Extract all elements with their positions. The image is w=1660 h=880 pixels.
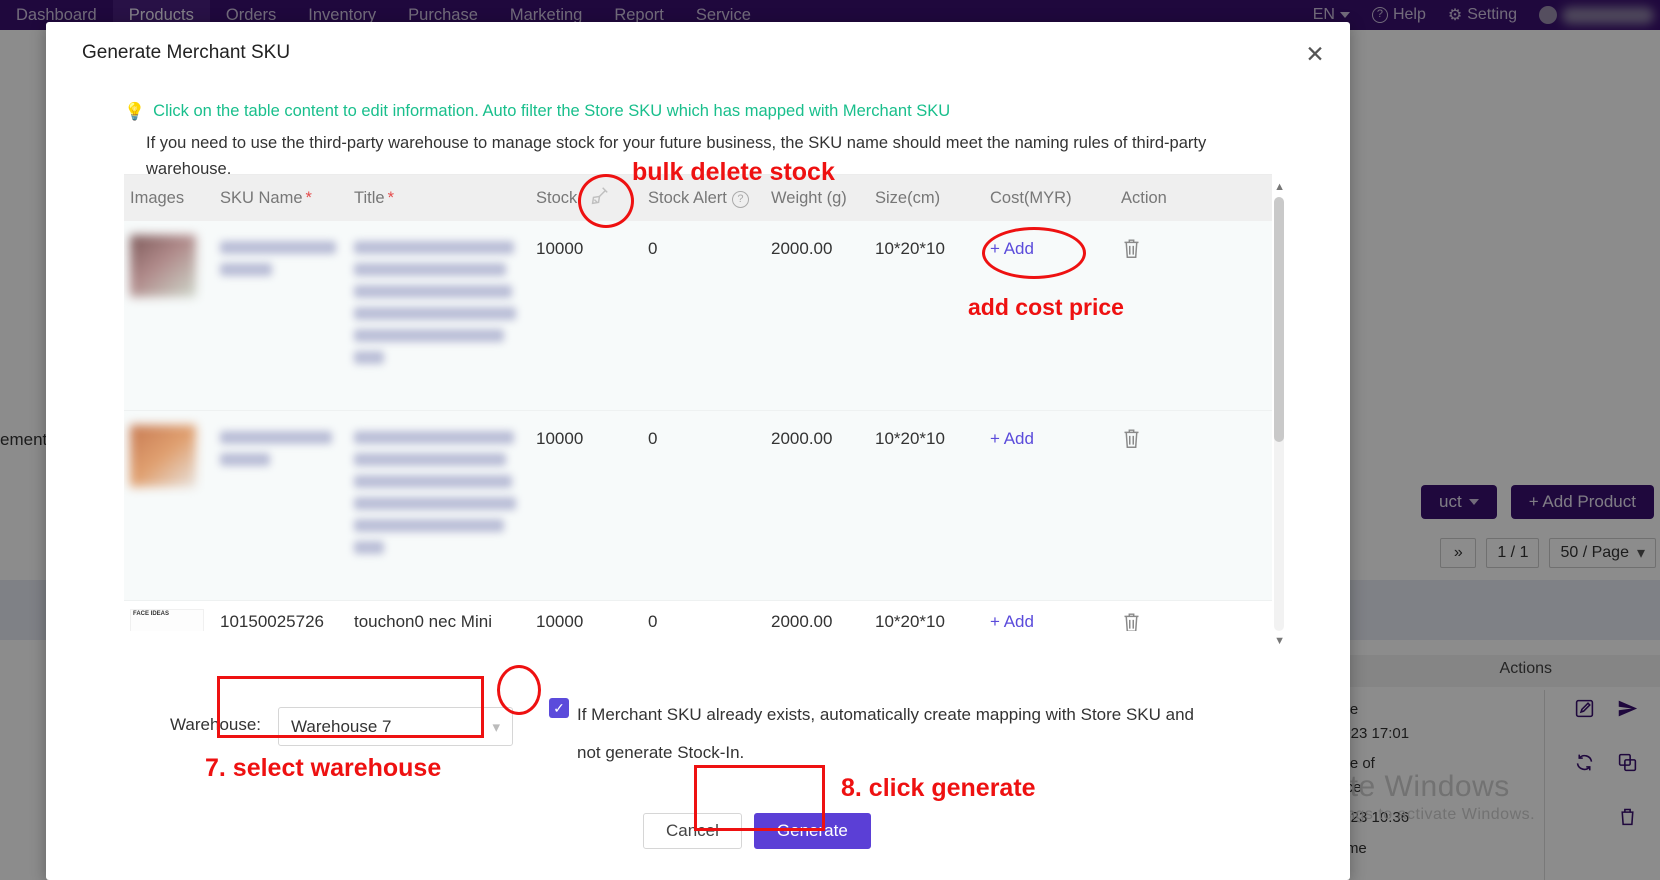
header-title: Title * xyxy=(354,189,536,208)
product-thumbnail: FACE IDEAS xyxy=(130,609,204,631)
required-asterisk: * xyxy=(305,188,312,207)
header-title-label: Title xyxy=(354,188,385,207)
auto-mapping-checkbox[interactable]: ✓ xyxy=(549,698,569,718)
table-row[interactable]: FACE IDEAS 10150025726 touchon0 nec Mini… xyxy=(124,609,1272,631)
close-icon[interactable]: ✕ xyxy=(1302,42,1328,68)
sku-name-blurred xyxy=(220,241,336,254)
tip-green-text: Click on the table content to edit infor… xyxy=(153,102,951,120)
row-stock-cell[interactable]: 10000 xyxy=(536,221,648,410)
row-sku-name-cell[interactable]: 10150025726 xyxy=(220,609,354,631)
scroll-down-arrow-icon[interactable]: ▼ xyxy=(1274,635,1285,647)
row-weight-cell[interactable]: 2000.00 xyxy=(771,609,875,631)
header-stock-alert-label: Stock Alert xyxy=(648,188,727,207)
title-blurred-line xyxy=(354,541,384,554)
header-cost: Cost(MYR) xyxy=(990,188,1072,207)
title-blurred-line xyxy=(354,307,516,320)
table-body: 10000 0 2000.00 10*20*10 + Add 10000 0 2… xyxy=(124,221,1272,631)
row-image-cell xyxy=(124,411,220,600)
annotation-bulk-delete-stock: bulk delete stock xyxy=(632,158,835,186)
annotation-click-generate: 8. click generate xyxy=(841,774,1036,802)
row-title-cell[interactable] xyxy=(354,221,536,410)
row-image-cell xyxy=(124,221,220,410)
title-blurred-line xyxy=(354,285,512,298)
row-weight-cell[interactable]: 2000.00 xyxy=(771,411,875,600)
row-stock-cell[interactable]: 10000 xyxy=(536,609,648,631)
row-add-cost-link[interactable]: + Add xyxy=(990,609,1121,631)
header-stock-alert: Stock Alert? xyxy=(648,189,771,208)
row-delete-icon[interactable] xyxy=(1121,221,1221,410)
auto-mapping-checkbox-label: If Merchant SKU already exists, automati… xyxy=(577,705,1195,762)
sku-name-blurred xyxy=(220,431,332,444)
row-stock-alert-cell[interactable]: 0 xyxy=(648,609,771,631)
sku-name-blurred-2 xyxy=(220,453,270,466)
row-stock-alert-cell[interactable]: 0 xyxy=(648,411,771,600)
thumbnail-label: FACE IDEAS xyxy=(133,611,170,617)
header-action: Action xyxy=(1121,188,1167,207)
header-images: Images xyxy=(130,188,185,207)
annotation-rect-generate xyxy=(694,765,825,831)
header-sku-name: SKU Name * xyxy=(220,189,354,208)
row-add-cost-link[interactable]: + Add xyxy=(990,411,1121,600)
annotation-add-cost-price: add cost price xyxy=(968,294,1124,320)
tip-green-row: 💡 Click on the table content to edit inf… xyxy=(124,102,1310,121)
row-sku-name-cell[interactable] xyxy=(220,411,354,600)
row-sku-name-cell[interactable] xyxy=(220,221,354,410)
annotation-select-warehouse: 7. select warehouse xyxy=(205,754,442,782)
title-blurred-line xyxy=(354,431,514,444)
product-thumbnail xyxy=(130,425,196,487)
row-title-cell[interactable] xyxy=(354,411,536,600)
row-delete-icon[interactable] xyxy=(1121,609,1221,631)
row-delete-icon[interactable] xyxy=(1121,411,1221,600)
lightbulb-icon: 💡 xyxy=(124,102,146,121)
title-blurred-line xyxy=(354,475,512,488)
table-row[interactable]: 10000 0 2000.00 10*20*10 + Add xyxy=(124,411,1272,601)
annotation-rect-warehouse xyxy=(217,676,484,738)
scrollbar-thumb[interactable] xyxy=(1274,197,1284,442)
question-circle-icon[interactable]: ? xyxy=(731,190,749,208)
annotation-circle-checkbox xyxy=(497,665,541,715)
product-thumbnail xyxy=(130,235,196,297)
header-size: Size(cm) xyxy=(875,188,941,207)
annotation-circle-add-cost xyxy=(982,227,1086,279)
title-blurred-line xyxy=(354,351,384,364)
row-image-cell: FACE IDEAS xyxy=(124,609,220,631)
generate-merchant-sku-dialog: Generate Merchant SKU ✕ 💡 Click on the t… xyxy=(46,22,1350,880)
title-blurred-line xyxy=(354,241,514,254)
row-stock-alert-cell[interactable]: 0 xyxy=(648,221,771,410)
header-sku-name-label: SKU Name xyxy=(220,188,303,207)
row-title-cell[interactable]: touchon0 nec Mini xyxy=(354,609,536,631)
chevron-down-icon: ▾ xyxy=(492,718,500,736)
table-scrollbar[interactable] xyxy=(1274,197,1284,631)
annotation-circle-broom xyxy=(578,174,634,228)
header-stock-label: Stock xyxy=(536,188,578,207)
title-blurred-line xyxy=(354,453,506,466)
row-size-cell[interactable]: 10*20*10 xyxy=(875,411,990,600)
title-blurred-line xyxy=(354,497,516,510)
row-weight-cell[interactable]: 2000.00 xyxy=(771,221,875,410)
sku-name-blurred-2 xyxy=(220,263,272,276)
scroll-up-arrow-icon[interactable]: ▲ xyxy=(1274,181,1285,193)
sku-table: Images SKU Name * Title * Stock Stock Al… xyxy=(124,174,1285,647)
row-size-cell[interactable]: 10*20*10 xyxy=(875,609,990,631)
dialog-title: Generate Merchant SKU xyxy=(82,42,291,63)
row-stock-cell[interactable]: 10000 xyxy=(536,411,648,600)
title-blurred-line xyxy=(354,519,504,532)
screenshot-root: Dashboard Products Orders Inventory Purc… xyxy=(0,0,1660,880)
required-asterisk: * xyxy=(387,188,394,207)
header-weight: Weight (g) xyxy=(771,188,847,207)
title-blurred-line xyxy=(354,263,506,276)
title-blurred-line xyxy=(354,329,504,342)
